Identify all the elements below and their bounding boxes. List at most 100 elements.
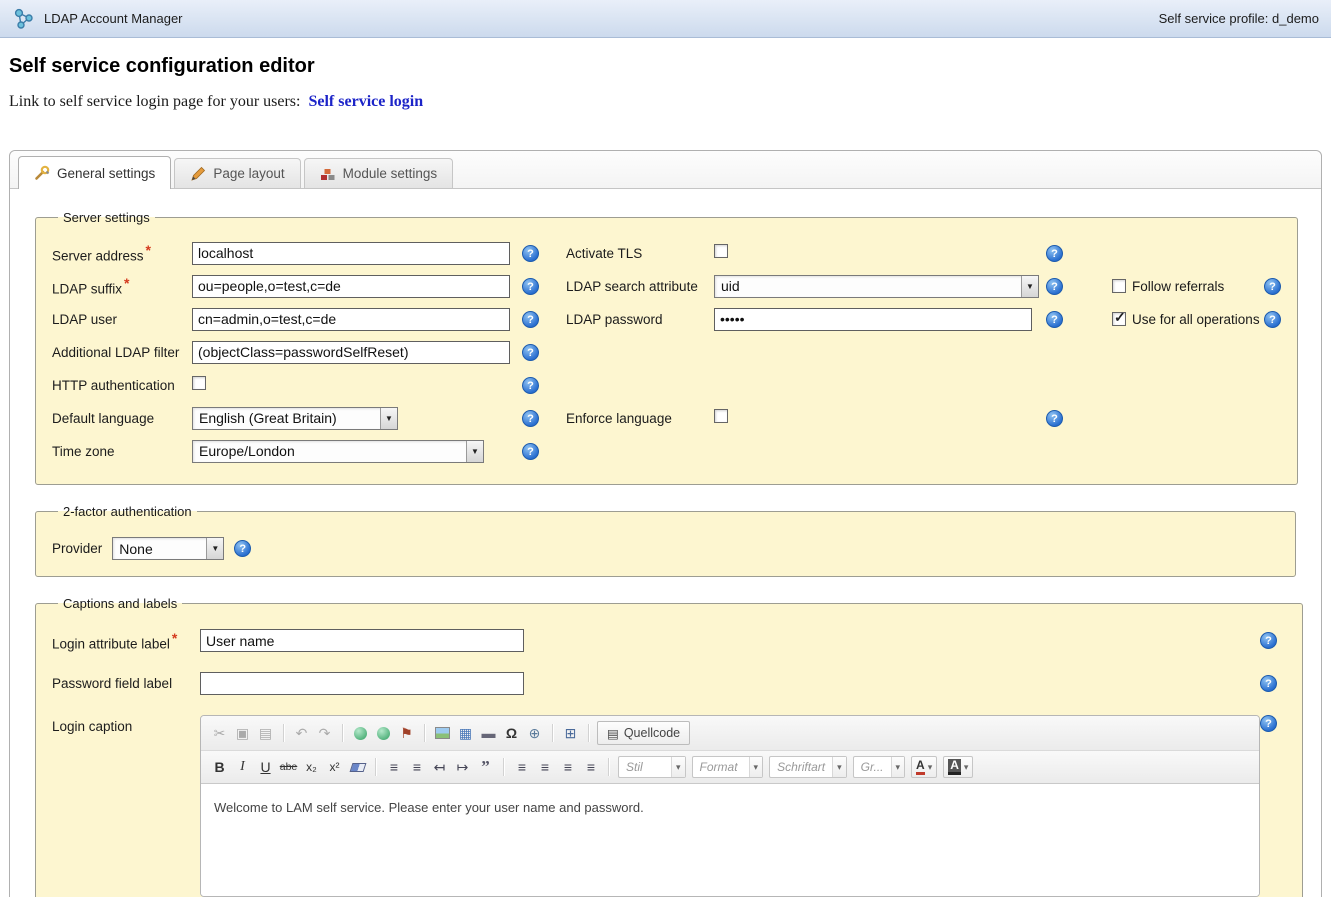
chevron-down-icon: ▾ xyxy=(964,762,969,773)
use-for-all-operations-checkbox[interactable] xyxy=(1112,312,1126,326)
align-left-button[interactable]: ≡ xyxy=(511,757,532,778)
increase-indent-button[interactable]: ↦ xyxy=(452,757,473,778)
tab-general-settings[interactable]: General settings xyxy=(18,156,171,189)
server-address-label: Server address xyxy=(52,249,144,264)
format-dropdown[interactable]: Format ▾ xyxy=(692,756,764,778)
align-center-button[interactable]: ≡ xyxy=(534,757,555,778)
eraser-icon xyxy=(349,763,366,772)
help-icon[interactable]: ? xyxy=(1046,278,1063,295)
subscript-button[interactable]: x₂ xyxy=(301,757,322,778)
strikethrough-button[interactable]: abe xyxy=(278,757,299,778)
provider-select[interactable]: None ▼ xyxy=(112,537,224,560)
redo-button[interactable]: ↷ xyxy=(314,723,335,744)
iframe-button[interactable]: ⊕ xyxy=(524,723,545,744)
help-icon[interactable]: ? xyxy=(522,344,539,361)
selected-value: None xyxy=(113,538,206,559)
align-justify-button[interactable]: ≡ xyxy=(580,757,601,778)
help-icon[interactable]: ? xyxy=(1046,311,1063,328)
anchor-button[interactable]: ⚑ xyxy=(396,723,417,744)
cut-button[interactable]: ✂ xyxy=(209,723,230,744)
additional-ldap-filter-label: Additional LDAP filter xyxy=(52,345,179,360)
help-icon[interactable]: ? xyxy=(1260,675,1277,692)
decrease-indent-button[interactable]: ↤ xyxy=(429,757,450,778)
help-icon[interactable]: ? xyxy=(1264,278,1281,295)
font-size-dropdown[interactable]: Gr... ▾ xyxy=(853,756,905,778)
http-authentication-checkbox[interactable] xyxy=(192,376,206,390)
chevron-down-icon: ▼ xyxy=(206,538,223,559)
help-icon[interactable]: ? xyxy=(522,278,539,295)
help-icon[interactable]: ? xyxy=(1264,311,1281,328)
self-service-login-link[interactable]: Self service login xyxy=(308,93,423,110)
text-color-button[interactable]: A ▾ xyxy=(911,756,937,778)
help-icon[interactable]: ? xyxy=(1260,632,1277,649)
source-code-button[interactable]: ▤ Quellcode xyxy=(597,721,690,745)
default-language-label: Default language xyxy=(52,411,154,426)
default-language-select[interactable]: English (Great Britain) ▼ xyxy=(192,407,398,430)
editor-toolbar-row-1: ✂ ▣ ▤ ↶ ↷ ⚑ ▦ ▬ Ω xyxy=(201,716,1259,751)
password-field-row: Password field label ? xyxy=(52,672,1286,695)
enforce-language-checkbox[interactable] xyxy=(714,409,728,423)
image-button[interactable] xyxy=(432,723,453,744)
numbered-list-button[interactable]: ≡ xyxy=(383,757,404,778)
background-color-button[interactable]: A ▾ xyxy=(943,756,973,778)
activate-tls-checkbox[interactable] xyxy=(714,244,728,258)
help-icon[interactable]: ? xyxy=(1046,410,1063,427)
follow-referrals-label: Follow referrals xyxy=(1132,279,1224,294)
pencil-icon xyxy=(190,166,206,182)
underline-button[interactable]: U xyxy=(255,757,276,778)
font-dropdown[interactable]: Schriftart ▾ xyxy=(769,756,847,778)
ldap-user-label: LDAP user xyxy=(52,312,117,327)
copy-button[interactable]: ▣ xyxy=(232,723,253,744)
ldap-user-input[interactable] xyxy=(192,308,510,331)
http-authentication-row: HTTP authentication ? xyxy=(52,373,1281,397)
tab-page-layout[interactable]: Page layout xyxy=(174,158,300,188)
ldap-suffix-row: LDAP suffix* ? LDAP search attribute uid… xyxy=(52,274,1281,298)
ldap-search-attribute-label: LDAP search attribute xyxy=(566,279,698,294)
two-factor-legend: 2-factor authentication xyxy=(58,504,197,519)
help-icon[interactable]: ? xyxy=(522,443,539,460)
help-icon[interactable]: ? xyxy=(522,410,539,427)
horizontal-rule-button[interactable]: ▬ xyxy=(478,723,499,744)
maximize-button[interactable]: ⊞ xyxy=(560,723,581,744)
link-icon xyxy=(354,727,367,740)
app-title: LDAP Account Manager xyxy=(44,11,183,26)
tab-module-settings[interactable]: Module settings xyxy=(304,158,454,188)
time-zone-select[interactable]: Europe/London ▼ xyxy=(192,440,484,463)
superscript-button[interactable]: x² xyxy=(324,757,345,778)
ldap-suffix-input[interactable] xyxy=(192,275,510,298)
tabs-panel: General settings Page layout Module sett… xyxy=(9,150,1322,897)
password-field-label: Password field label xyxy=(52,676,172,691)
password-field-input[interactable] xyxy=(200,672,524,695)
style-dropdown[interactable]: Stil ▾ xyxy=(618,756,686,778)
login-attribute-input[interactable] xyxy=(200,629,524,652)
unlink-button[interactable] xyxy=(373,723,394,744)
follow-referrals-checkbox[interactable] xyxy=(1112,279,1126,293)
provider-label: Provider xyxy=(52,541,102,556)
remove-format-button[interactable] xyxy=(347,757,368,778)
bold-button[interactable]: B xyxy=(209,757,230,778)
server-address-input[interactable] xyxy=(192,242,510,265)
ldap-password-input[interactable] xyxy=(714,308,1032,331)
help-icon[interactable]: ? xyxy=(234,540,251,557)
italic-button[interactable]: I xyxy=(232,757,253,778)
ldap-search-attribute-select[interactable]: uid ▼ xyxy=(714,275,1039,298)
undo-button[interactable]: ↶ xyxy=(291,723,312,744)
table-button[interactable]: ▦ xyxy=(455,723,476,744)
help-icon[interactable]: ? xyxy=(522,377,539,394)
link-button[interactable] xyxy=(350,723,371,744)
special-char-button[interactable]: Ω xyxy=(501,723,522,744)
editor-content[interactable]: Welcome to LAM self service. Please ente… xyxy=(201,784,1259,896)
help-icon[interactable]: ? xyxy=(522,245,539,262)
server-settings-fieldset: Server settings Server address* ? Activa… xyxy=(35,210,1298,485)
provider-row: Provider None ▼ ? xyxy=(52,537,1279,560)
help-icon[interactable]: ? xyxy=(1046,245,1063,262)
bulleted-list-button[interactable]: ≡ xyxy=(406,757,427,778)
paste-button[interactable]: ▤ xyxy=(255,723,276,744)
align-right-button[interactable]: ≡ xyxy=(557,757,578,778)
chevron-down-icon: ▼ xyxy=(1021,276,1038,297)
blockquote-button[interactable]: ” xyxy=(475,757,496,778)
help-icon[interactable]: ? xyxy=(1260,715,1277,732)
additional-ldap-filter-input[interactable] xyxy=(192,341,510,364)
unlink-icon xyxy=(377,727,390,740)
help-icon[interactable]: ? xyxy=(522,311,539,328)
